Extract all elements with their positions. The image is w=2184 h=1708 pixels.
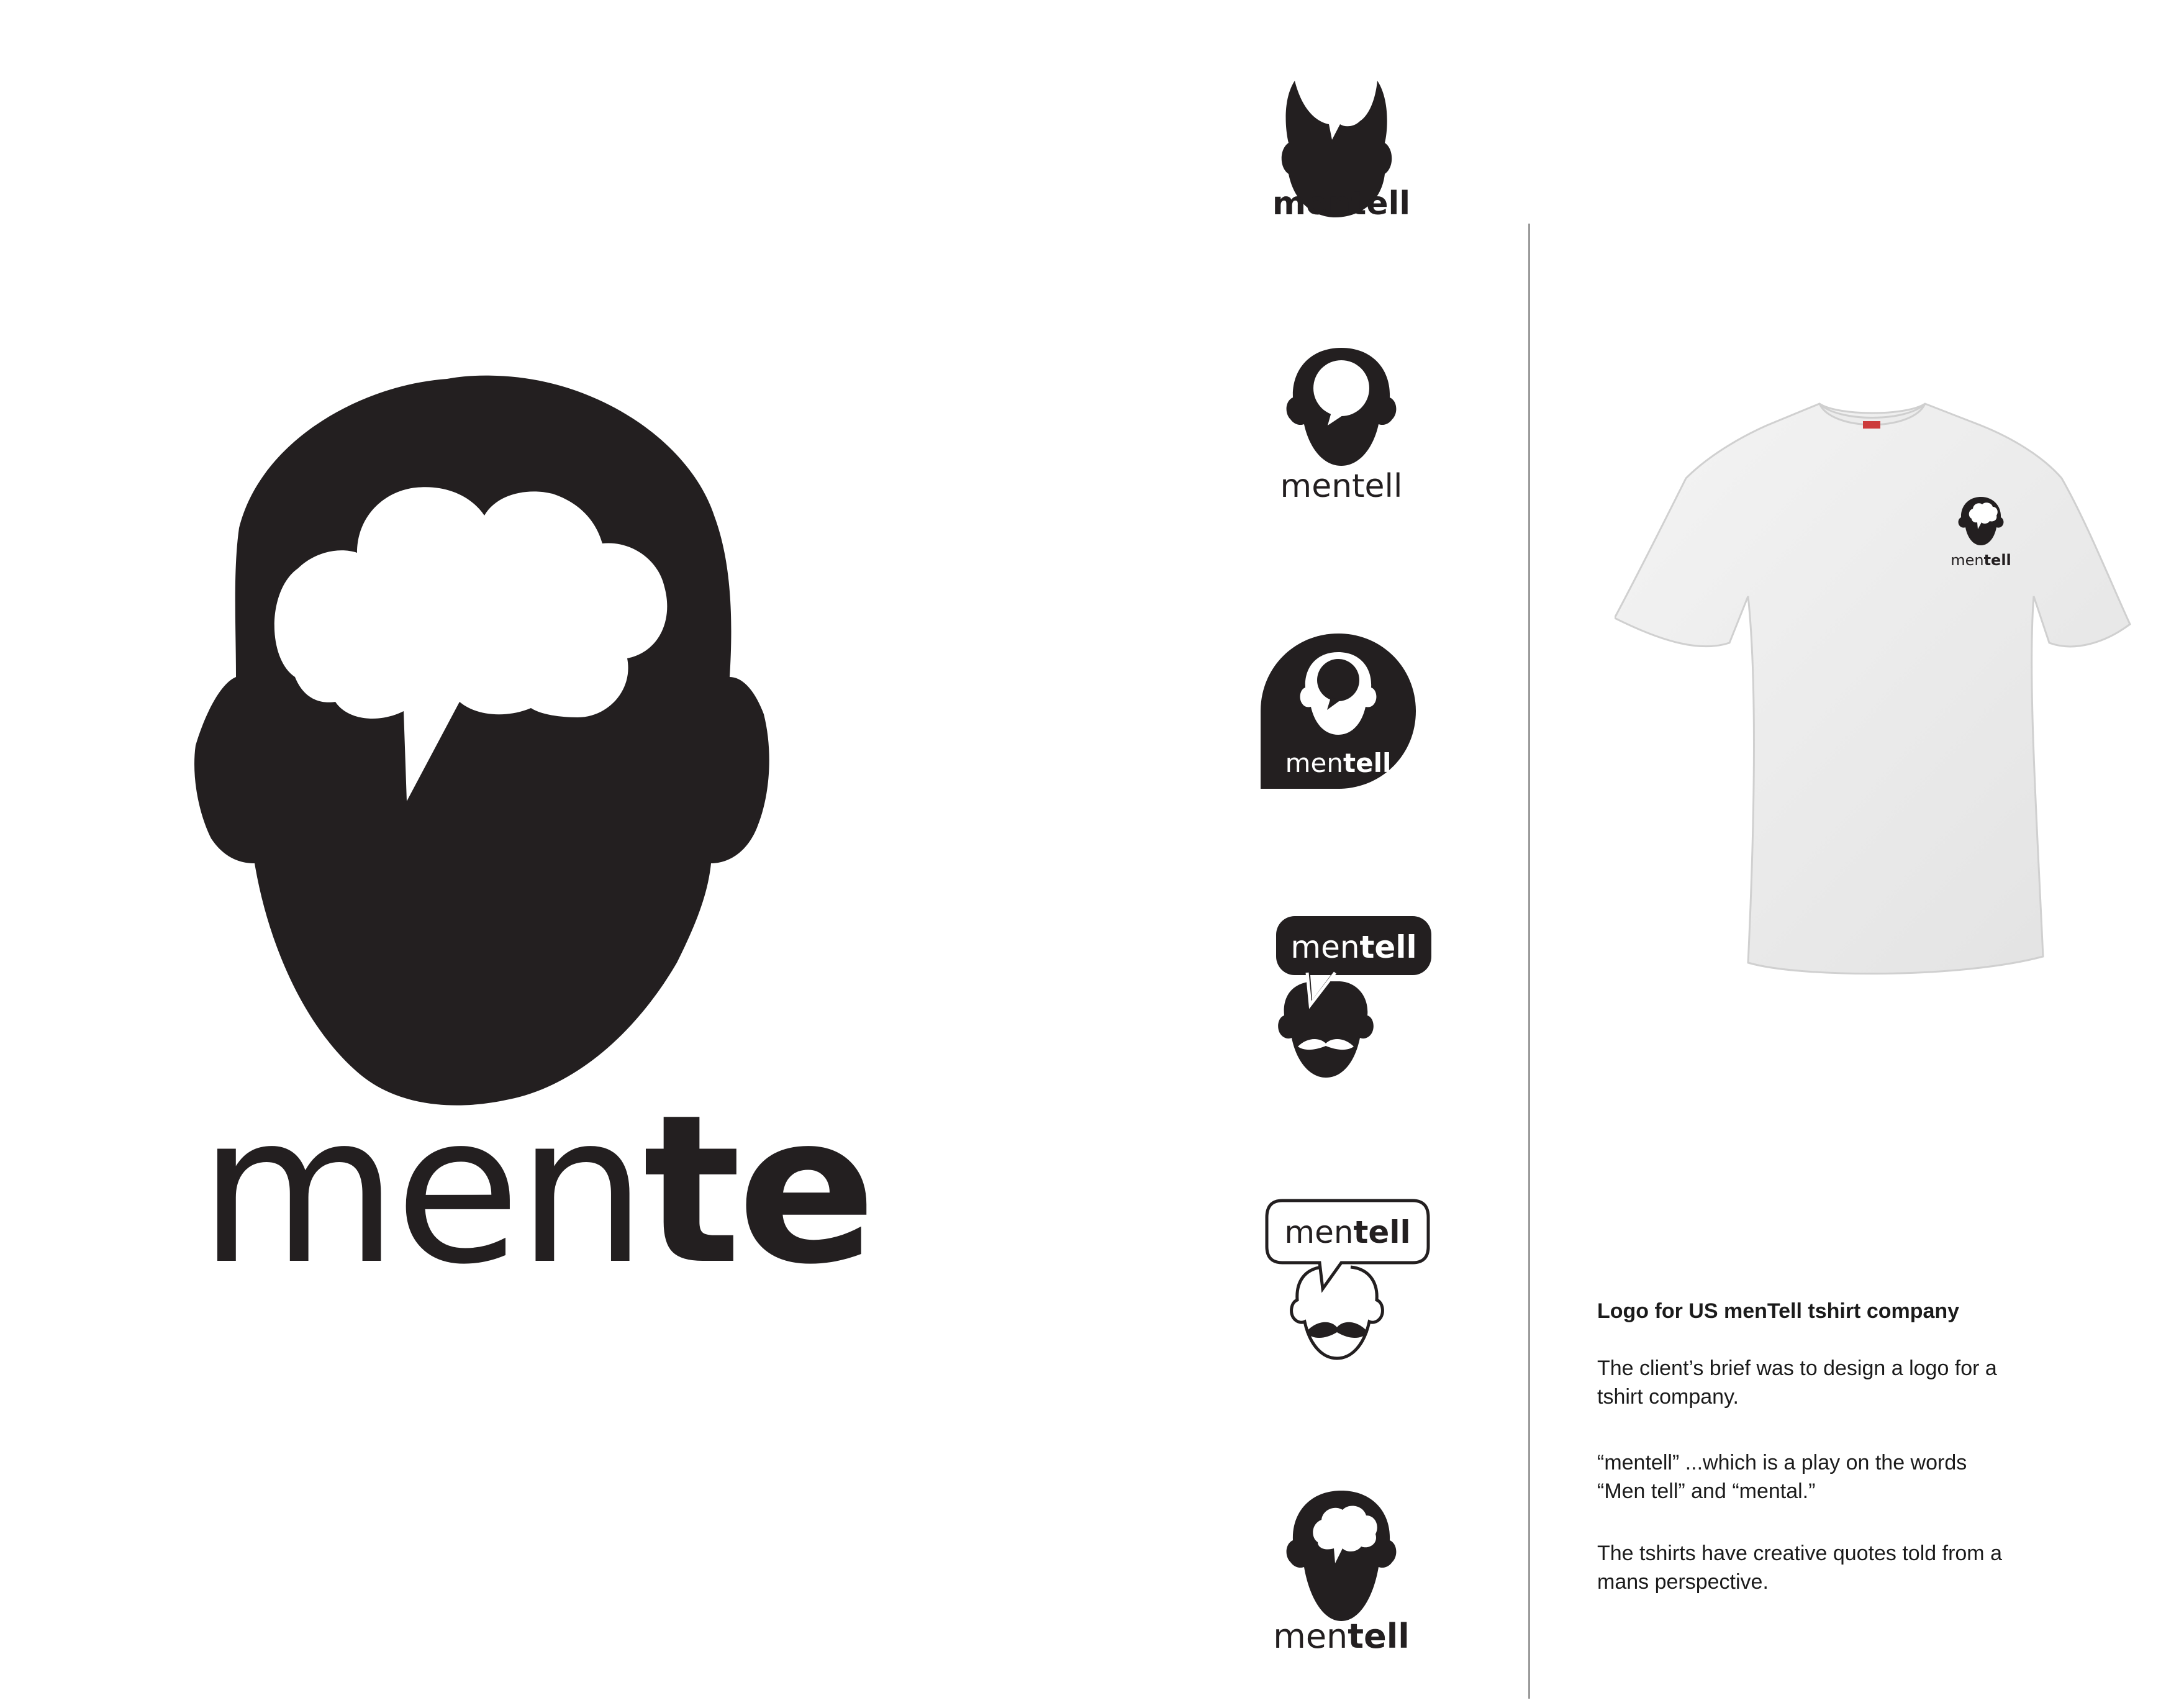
chest-wordmark: mentell xyxy=(1951,552,2011,569)
variant-logo-3: mentell xyxy=(1257,630,1419,792)
bubble-wordmark: mentell xyxy=(1290,929,1416,965)
outline-bubble-moustache-icon: mentell xyxy=(1265,1199,1430,1360)
description-paragraph-2: “mentell” ...which is a play on the word… xyxy=(1597,1451,1967,1503)
wordmark: mentell xyxy=(199,1071,869,1286)
tshirt-mockup: mentell xyxy=(1615,397,2136,981)
description-title: Logo for US menTell tshirt company xyxy=(1597,1299,1960,1323)
badge-wordmark: mentell xyxy=(1285,748,1392,778)
variant-logo-6 xyxy=(1273,1488,1410,1630)
wordmark-light: men xyxy=(199,1071,643,1286)
thinking-head-icon: mentell xyxy=(194,375,869,1286)
primary-logo: mentell xyxy=(174,366,869,1286)
wordmark-bold: tell xyxy=(643,1071,869,1286)
description-paragraph-3: The tshirts have creative quotes told fr… xyxy=(1597,1542,2002,1594)
variant-logo-5: mentell xyxy=(1257,1196,1431,1376)
label-tag-icon xyxy=(1863,421,1880,429)
variant-logo-4: mentell xyxy=(1248,913,1434,1093)
variant-2-wordmark-text: mentell xyxy=(1280,468,1403,505)
head-speech-bubble-icon xyxy=(1286,348,1397,466)
variant-1-wordmark-text: mentell xyxy=(1272,185,1410,220)
speech-bubble-moustache-icon: mentell xyxy=(1276,916,1431,1078)
variant-6-wordmark: mentell xyxy=(1254,1614,1428,1657)
badge-icon: mentell xyxy=(1261,634,1416,789)
head-cloud-bubble-icon xyxy=(1286,1491,1397,1621)
variant-1-wordmark: mentell xyxy=(1267,183,1416,220)
variant-6-wordmark-text: mentell xyxy=(1273,1617,1410,1656)
variant-2-wordmark: mentell xyxy=(1254,463,1428,506)
description-paragraph-1: The client’s brief was to design a logo … xyxy=(1597,1356,1997,1409)
vertical-divider xyxy=(1528,224,1530,1699)
tshirt-icon: mentell xyxy=(1615,402,2131,975)
outline-bubble-wordmark: mentell xyxy=(1284,1214,1410,1250)
